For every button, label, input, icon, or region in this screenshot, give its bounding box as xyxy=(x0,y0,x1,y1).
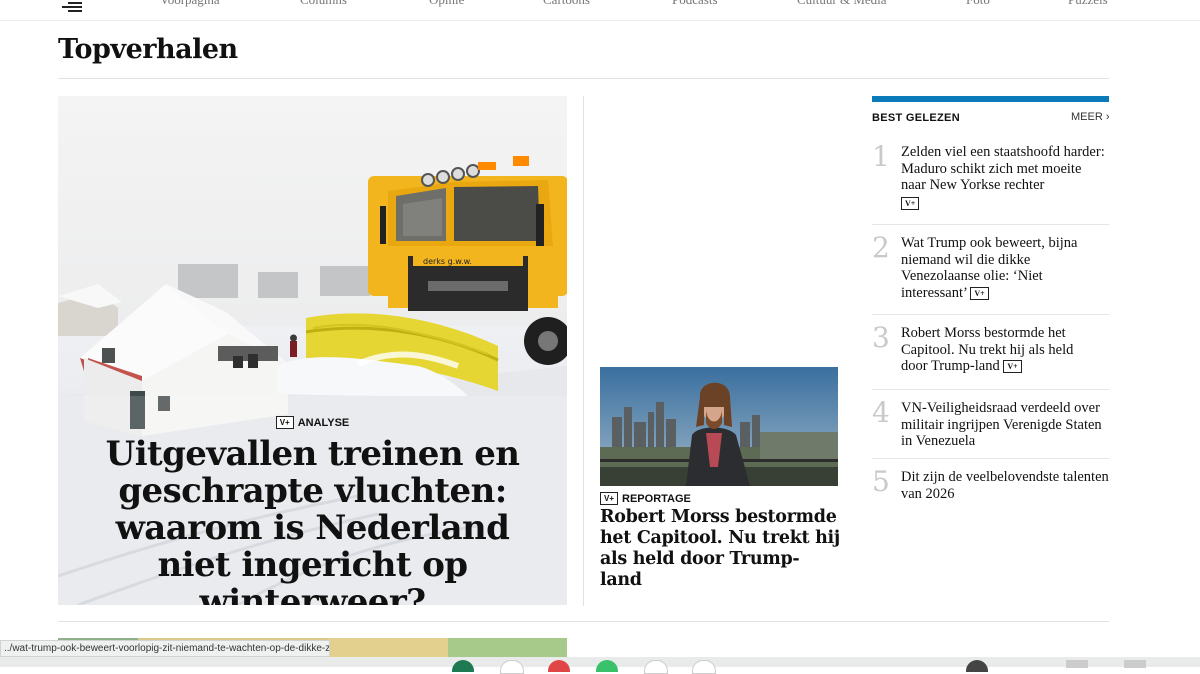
section-title: Topverhalen xyxy=(58,34,238,65)
app-icon[interactable] xyxy=(644,660,668,674)
nav-item-puzzels[interactable]: Puzzels xyxy=(1068,0,1108,8)
rank-number: 3 xyxy=(872,321,890,354)
most-read-item[interactable]: 3 Robert Morss bestormde het Capitool. N… xyxy=(872,321,1109,381)
chevron-right-icon: › xyxy=(1105,111,1110,123)
most-read-item[interactable]: 4 VN-Veiligheidsraad verdeeld over milit… xyxy=(872,396,1109,452)
nav-item-cultuur-media[interactable]: Cultuur & Media xyxy=(797,0,887,8)
app-icon[interactable] xyxy=(500,660,524,674)
premium-badge: V+ xyxy=(1003,360,1022,374)
premium-badge: V+ xyxy=(600,492,619,506)
app-icon[interactable] xyxy=(596,660,618,672)
app-icon[interactable] xyxy=(692,660,716,674)
lead-text: V+ ANALYSE Uitgevallen treinen en geschra… xyxy=(58,414,567,605)
rank-number: 2 xyxy=(872,231,890,264)
rank-number: 1 xyxy=(872,140,890,173)
best-gelezen-more-link[interactable]: MEER › xyxy=(1071,111,1110,123)
divider xyxy=(58,621,1109,622)
divider xyxy=(872,389,1109,390)
app-icon[interactable] xyxy=(452,660,474,672)
most-read-item[interactable]: 5 Dit zijn de veelbelovendste talenten v… xyxy=(872,465,1109,505)
divider xyxy=(872,224,1109,225)
image-fragment xyxy=(328,638,448,657)
image-fragment xyxy=(448,638,567,657)
app-icon[interactable] xyxy=(548,660,570,672)
divider xyxy=(58,78,1109,79)
rank-number: 5 xyxy=(872,465,890,498)
column-divider xyxy=(583,96,584,606)
most-read-title: Zelden viel een staatshoofd harder: Madu… xyxy=(901,144,1105,193)
most-read-item[interactable]: 1 Zelden viel een staatshoofd harder: Ma… xyxy=(872,140,1109,216)
nav-item-foto[interactable]: Foto xyxy=(966,0,990,8)
rank-number: 4 xyxy=(872,396,890,429)
nav-item-podcasts[interactable]: Podcasts xyxy=(672,0,718,8)
story2-image[interactable] xyxy=(600,367,838,486)
truck-label: derks g.w.w. xyxy=(423,257,472,266)
most-read-item[interactable]: 2 Wat Trump ook beweert, bijna niemand w… xyxy=(872,231,1109,307)
most-read-title: Robert Morss bestormde het Capitool. Nu … xyxy=(901,325,1074,374)
story2-kicker: REPORTAGE xyxy=(622,492,691,505)
more-label: MEER xyxy=(1071,111,1103,123)
menu-icon[interactable] xyxy=(62,0,82,12)
nav-item-cartoons[interactable]: Cartoons xyxy=(543,0,590,8)
story2-photo xyxy=(600,367,838,486)
premium-badge: V+ xyxy=(275,416,294,430)
nav-item-voorpagina[interactable]: Voorpagina xyxy=(160,0,220,8)
app-icon[interactable] xyxy=(966,660,988,672)
lead-story[interactable]: derks g.w.w. V+ ANALYSE Uitgevallen trein… xyxy=(58,96,567,605)
most-read-title: VN-Veiligheidsraad verdeeld over militai… xyxy=(901,400,1102,449)
premium-badge: V+ xyxy=(970,286,989,300)
most-read-title: Wat Trump ook beweert, bijna niemand wil… xyxy=(901,235,1078,301)
lead-headline[interactable]: Uitgevallen treinen en geschrapte vlucht… xyxy=(80,436,545,606)
divider xyxy=(872,314,1109,315)
most-read-title: Dit zijn de veelbelovendste talenten van… xyxy=(901,469,1109,502)
top-navigation: Voorpagina Columns Opinie Cartoons Podca… xyxy=(0,0,1200,21)
premium-badge: V+ xyxy=(901,197,920,211)
nav-item-columns[interactable]: Columns xyxy=(300,0,347,8)
divider xyxy=(872,458,1109,459)
taskbar xyxy=(0,657,1200,674)
lead-kicker: ANALYSE xyxy=(297,416,350,429)
best-gelezen-accent-bar xyxy=(872,96,1109,102)
story2-headline[interactable]: Robert Morss bestormde het Capitool. Nu … xyxy=(600,507,840,591)
story2-kicker-row: V+ REPORTAGE xyxy=(600,490,691,508)
status-bar-url: ../wat-trump-ook-beweert-voorlopig-zit-n… xyxy=(0,640,330,657)
nav-item-opinie[interactable]: Opinie xyxy=(429,0,464,8)
best-gelezen-title: BEST GELEZEN xyxy=(872,112,960,124)
